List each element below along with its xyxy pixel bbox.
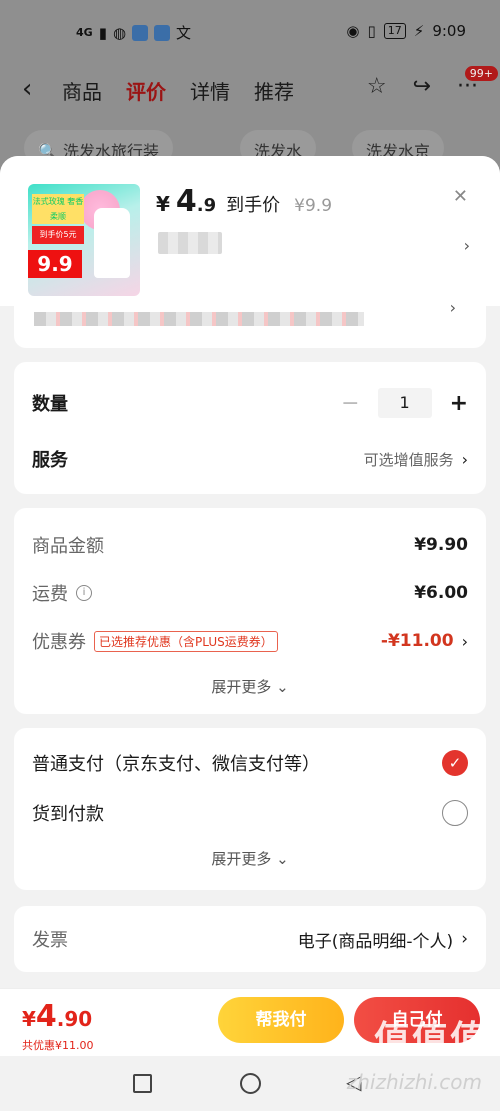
goods-amount-label: 商品金额 — [32, 536, 104, 557]
close-icon[interactable]: ✕ — [453, 186, 468, 207]
total-price: ¥4.90 — [22, 999, 92, 1034]
invoice-value: 电子(商品明细-个人) — [297, 931, 454, 952]
plus-button[interactable]: + — [450, 391, 468, 416]
price-label: 到手价 — [226, 195, 281, 216]
coupon-amount: -¥11.00 — [380, 631, 454, 651]
price-int: 4 — [175, 184, 197, 219]
chevron-right-icon: › — [461, 929, 468, 949]
chevron-right-icon: › — [449, 298, 456, 317]
service-value: 可选增值服务 — [363, 450, 454, 469]
original-price: ¥9.9 — [294, 196, 333, 216]
app-icon — [132, 24, 149, 41]
network-label: 4G — [76, 26, 93, 39]
payment-option-label: 货到付款 — [32, 804, 104, 825]
tab-recommend[interactable]: 推荐 — [254, 76, 294, 105]
payment-option-online[interactable]: 普通支付（京东支付、微信支付等） ✓ — [32, 750, 468, 776]
chevron-down-icon: ⌄ — [276, 678, 289, 696]
invoice-label: 发票 — [32, 930, 68, 951]
total-dec: .90 — [56, 1007, 93, 1031]
tab-goods[interactable]: 商品 — [62, 76, 102, 105]
payment-option-cod[interactable]: 货到付款 — [32, 800, 468, 826]
status-bar: 4G ▮ ◍ 文 ◉ ▯ 17 ⚡ 9:09 — [0, 0, 500, 62]
watermark-logo: 值值值 — [373, 1019, 488, 1060]
vibrate-icon: ▯ — [367, 22, 376, 40]
help-pay-button[interactable]: 帮我付 — [218, 997, 344, 1043]
recents-icon[interactable] — [133, 1074, 152, 1093]
blurred-address — [34, 312, 364, 326]
price-dec: .9 — [196, 195, 217, 216]
coupon-row[interactable]: 优惠券 已选推荐优惠（含PLUS运费券） -¥11.00 › — [32, 628, 468, 654]
quantity-stepper[interactable]: − 1 + — [341, 388, 468, 418]
share-icon[interactable]: ↪ — [413, 74, 431, 99]
radio-icon[interactable] — [442, 800, 468, 826]
info-icon[interactable]: i — [76, 585, 92, 601]
home-icon[interactable] — [240, 1073, 261, 1094]
expand-more-label: 展开更多 — [211, 678, 272, 696]
tab-reviews[interactable]: 评价 — [126, 76, 166, 105]
back-icon[interactable]: ‹ — [22, 74, 32, 104]
minus-button[interactable]: − — [341, 391, 359, 416]
payment-option-label: 普通支付（京东支付、微信支付等） — [32, 754, 320, 775]
invoice-card[interactable]: 发票 电子(商品明细-个人) › — [14, 906, 486, 972]
chevron-down-icon: ⌄ — [276, 850, 289, 868]
signal-icon: ▮ — [98, 23, 107, 42]
message-badge: 99+ — [464, 66, 498, 81]
bottle-image — [94, 208, 130, 278]
service-label: 服务 — [32, 450, 68, 471]
tab-details[interactable]: 详情 — [190, 76, 230, 105]
expand-more-button[interactable]: 展开更多 ⌄ — [14, 676, 486, 697]
charging-icon: ⚡ — [413, 22, 425, 40]
watermark-url: zhizhizhi.com — [346, 1070, 482, 1094]
star-icon[interactable]: ☆ — [367, 74, 387, 99]
shipping-label: 运费 — [32, 584, 68, 605]
expand-more-label: 展开更多 — [211, 850, 272, 868]
wechat-icon: ◍ — [112, 23, 127, 42]
eye-icon: ◉ — [346, 22, 360, 40]
chevron-right-icon: › — [461, 631, 468, 651]
quantity-service-card: 数量 − 1 + 服务 可选增值服务 › — [14, 362, 486, 494]
weather-icon — [154, 24, 171, 41]
quantity-label: 数量 — [32, 394, 68, 415]
goods-amount: ¥9.90 — [414, 535, 468, 555]
thumb-price: 9.9 — [28, 250, 82, 278]
price-line: ¥ 4 .9 到手价 ¥9.9 — [156, 184, 332, 219]
currency: ¥ — [156, 192, 170, 216]
coupon-label: 优惠券 — [32, 632, 86, 653]
price-summary-card: 商品金额 ¥9.90 运费 i ¥6.00 优惠券 已选推荐优惠（含PLUS运费券）… — [14, 508, 486, 714]
thumb-promo: 到手价5元 — [32, 226, 84, 244]
battery-icon: 17 — [383, 23, 406, 39]
address-row[interactable]: › — [14, 298, 486, 348]
clock: 9:09 — [432, 22, 466, 40]
product-header: 法式玫瑰 奢香柔顺 到手价5元 9.9 ¥ 4 .9 到手价 ¥9.9 ✕ › — [0, 156, 500, 306]
blurred-spec — [158, 232, 222, 254]
checkout-sheet: 法式玫瑰 奢香柔顺 到手价5元 9.9 ¥ 4 .9 到手价 ¥9.9 ✕ › … — [0, 156, 500, 1056]
total-int: 4 — [35, 999, 57, 1034]
chevron-right-icon: › — [461, 449, 468, 469]
service-row[interactable]: 服务 可选增值服务 › — [32, 446, 468, 472]
translate-icon: 文 — [176, 24, 192, 42]
shipping-amount: ¥6.00 — [414, 583, 468, 603]
coupon-tag: 已选推荐优惠（含PLUS运费券） — [94, 630, 278, 652]
total-currency: ¥ — [22, 1007, 36, 1031]
quantity-input[interactable]: 1 — [377, 388, 432, 418]
product-thumbnail[interactable]: 法式玫瑰 奢香柔顺 到手价5元 9.9 — [28, 184, 140, 296]
product-top-nav: ‹ 商品 评价 详情 推荐 ☆ ↪ ··· 99+ — [0, 62, 500, 122]
chevron-right-icon[interactable]: › — [464, 236, 470, 255]
expand-more-button[interactable]: 展开更多 ⌄ — [14, 848, 486, 869]
checked-icon[interactable]: ✓ — [442, 750, 468, 776]
thumb-tagline: 法式玫瑰 奢香柔顺 — [32, 194, 84, 224]
payment-card: 普通支付（京东支付、微信支付等） ✓ 货到付款 展开更多 ⌄ — [14, 728, 486, 890]
total-saved: 共优惠¥11.00 — [22, 1039, 94, 1052]
